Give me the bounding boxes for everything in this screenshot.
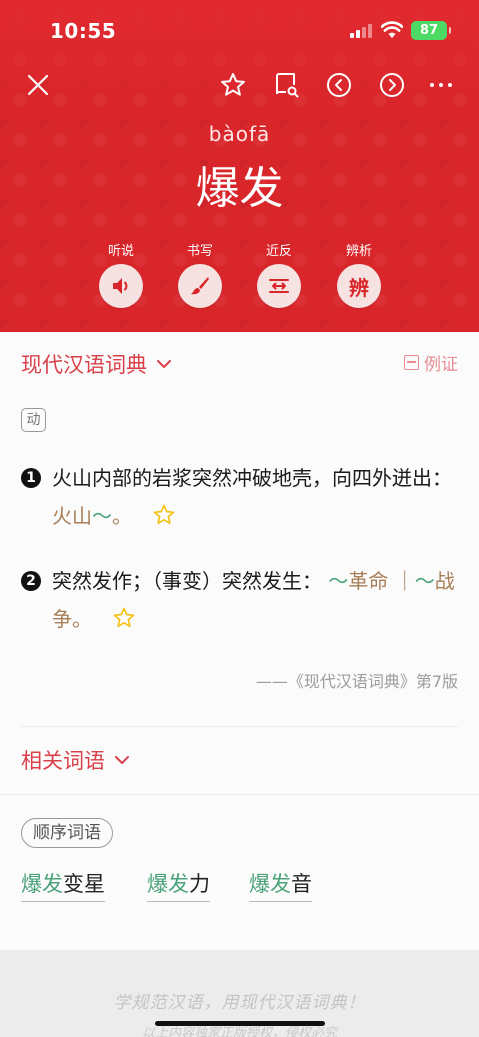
star-outline-icon[interactable] xyxy=(152,503,176,527)
brush-icon xyxy=(191,277,209,295)
toolbar xyxy=(0,62,479,108)
lookup-button[interactable] xyxy=(270,69,302,101)
related-word[interactable]: 爆发力 xyxy=(147,868,210,902)
definition: 突然发作；（事变）突然发生： xyxy=(52,569,322,593)
tool-row: 听说 书写 近反 辨析 辨 xyxy=(0,240,479,320)
tool-synonyms[interactable]: 近反 xyxy=(249,240,309,308)
close-button[interactable] xyxy=(22,69,54,101)
headword: 爆发 xyxy=(195,163,284,214)
example-word: 革命 xyxy=(348,569,389,593)
tool-label: 辨析 xyxy=(345,244,372,259)
battery-level: 87 xyxy=(419,23,439,38)
tool-circle xyxy=(178,264,222,308)
sense-1: 1 火山内部的岩浆突然冲破地壳，向四外迸出： 火山〜。 xyxy=(21,459,461,535)
sense-number: 1 xyxy=(21,468,41,488)
sense-text: 突然发作；（事变）突然发生： 〜革命 ｜〜战争。 xyxy=(52,562,461,638)
entry-header: 10:55 87 bàofā 爆发 听说 书写 近反 辨析 辨 xyxy=(0,0,479,332)
tilde: 〜 xyxy=(328,569,349,593)
book-search-icon xyxy=(276,73,299,98)
related-word-highlight: 爆发 xyxy=(21,872,63,896)
home-indicator[interactable] xyxy=(155,1021,325,1026)
example-toggle[interactable]: 例证 xyxy=(404,350,458,375)
related-word[interactable]: 爆发变星 xyxy=(21,868,105,902)
status-time: 10:55 xyxy=(50,19,117,43)
chevron-left-icon xyxy=(327,73,351,97)
example-end: 。 xyxy=(72,607,92,631)
tool-analysis[interactable]: 辨析 辨 xyxy=(329,240,389,308)
swap-icon xyxy=(269,279,289,293)
related-word-rest: 变星 xyxy=(63,872,105,896)
pinyin: bàofā xyxy=(208,122,271,146)
tool-label: 书写 xyxy=(186,244,213,259)
collapse-box-icon xyxy=(404,355,419,370)
part-of-speech-tag: 动 xyxy=(21,408,46,432)
footer-slogan: 学规范汉语，用现代汉语词典！ xyxy=(113,993,366,1013)
battery-indicator: 87 xyxy=(411,21,451,40)
status-bar: 10:55 87 xyxy=(0,0,479,62)
star-icon xyxy=(221,73,245,96)
definition: 火山内部的岩浆突然冲破地壳，向四外迸出： xyxy=(52,466,452,490)
close-icon xyxy=(27,74,49,96)
dictionary-source: ——《现代汉语词典》第7版 xyxy=(255,672,458,691)
cellular-signal-icon xyxy=(350,24,374,38)
chevron-down-icon xyxy=(115,756,129,764)
chevron-right-icon xyxy=(380,73,404,97)
sense-number: 2 xyxy=(21,571,41,591)
more-button[interactable] xyxy=(425,69,457,101)
footer: 学规范汉语，用现代汉语词典！ 以上内容独家正版授权，侵权必究 xyxy=(0,950,479,1037)
dictionary-section-toggle[interactable]: 现代汉语词典 xyxy=(21,346,173,382)
example-separator: ｜ xyxy=(394,569,415,593)
dictionary-title: 现代汉语词典 xyxy=(21,353,147,377)
related-word-rest: 音 xyxy=(291,872,312,896)
star-outline-icon[interactable] xyxy=(112,606,136,630)
wifi-icon xyxy=(381,21,403,38)
example-toggle-label: 例证 xyxy=(424,355,458,375)
related-word[interactable]: 爆发音 xyxy=(249,868,312,902)
tool-circle xyxy=(99,264,143,308)
previous-button[interactable] xyxy=(323,69,355,101)
tool-write[interactable]: 书写 xyxy=(170,240,230,308)
sense-text: 火山内部的岩浆突然冲破地壳，向四外迸出： 火山〜。 xyxy=(52,459,461,535)
related-title: 相关词语 xyxy=(21,749,105,773)
favorite-button[interactable] xyxy=(217,69,249,101)
sense-2: 2 突然发作；（事变）突然发生： 〜革命 ｜〜战争。 xyxy=(21,562,461,638)
related-section-toggle[interactable]: 相关词语 xyxy=(21,742,131,778)
related-word-rest: 力 xyxy=(189,872,210,896)
divider xyxy=(21,726,458,727)
related-word-highlight: 爆发 xyxy=(147,872,189,896)
analysis-glyph: 辨 xyxy=(349,275,369,300)
divider xyxy=(0,794,479,795)
tool-listen[interactable]: 听说 xyxy=(91,240,151,308)
tool-label: 听说 xyxy=(107,244,134,259)
next-button[interactable] xyxy=(376,69,408,101)
example-word: 火山 xyxy=(52,504,92,528)
tilde: 〜 xyxy=(92,504,112,528)
tool-label: 近反 xyxy=(265,244,292,259)
tool-circle xyxy=(257,264,301,308)
entry-content: 现代汉语词典 例证 动 1 火山内部的岩浆突然冲破地壳，向四外迸出： 火山〜。 … xyxy=(0,332,479,950)
speaker-icon xyxy=(113,278,128,294)
related-word-highlight: 爆发 xyxy=(249,872,291,896)
related-category-chip[interactable]: 顺序词语 xyxy=(21,818,113,848)
chevron-down-icon xyxy=(157,360,171,368)
example-end: 。 xyxy=(112,504,132,528)
more-icon xyxy=(430,83,452,87)
tool-circle: 辨 xyxy=(337,264,381,308)
tilde: 〜 xyxy=(414,569,435,593)
